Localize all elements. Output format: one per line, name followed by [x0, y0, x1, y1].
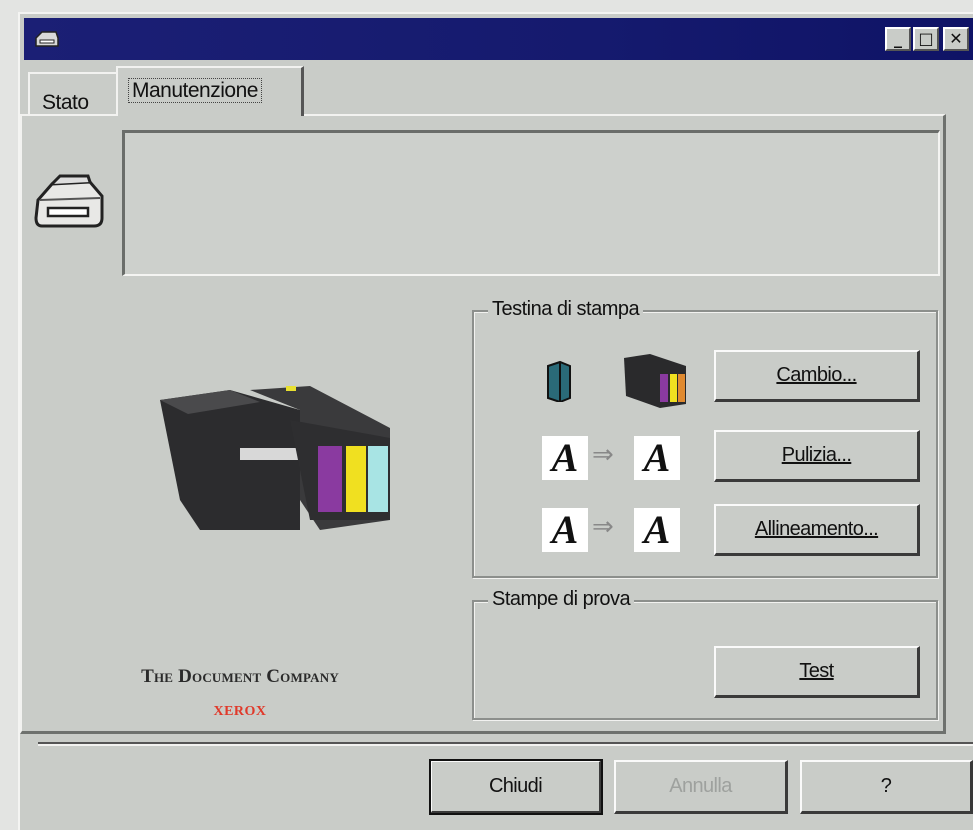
help-button[interactable]: ? [800, 760, 973, 814]
clean-head-label: Pulizia... [781, 444, 852, 466]
tab-manutenzione[interactable]: Manutenzione [116, 66, 304, 116]
align-head-label: Allineamento... [754, 518, 879, 540]
test-print-button[interactable]: Test [714, 646, 920, 698]
brand-tagline: The Document Company [141, 666, 339, 687]
arrow-clean-icon: ⇒ [592, 440, 614, 470]
glyph-before-align: A [542, 508, 588, 552]
arrow-align-icon: ⇒ [592, 512, 614, 542]
test-prints-group-label: Stampe di prova [488, 588, 635, 611]
tab-manutenzione-label: Manutenzione [128, 78, 262, 103]
tab-stato[interactable]: Stato [28, 72, 124, 116]
minimize-button[interactable]: _ [885, 27, 911, 51]
glyph-after-clean: A [634, 436, 680, 480]
print-head-illustration [160, 386, 390, 530]
print-head-group-label: Testina di stampa [488, 298, 644, 321]
change-cartridge-button[interactable]: Cambio... [714, 350, 920, 402]
glyph-after-align: A [634, 508, 680, 552]
printer-icon [34, 174, 104, 228]
close-button[interactable]: Chiudi [429, 759, 603, 815]
ink-cartridge-icon [547, 360, 571, 402]
cancel-button[interactable]: Annulla [614, 760, 788, 814]
printer-small-icon [35, 31, 59, 47]
clean-head-button[interactable]: Pulizia... [714, 430, 920, 482]
test-print-label: Test [799, 660, 834, 682]
glyph-before-clean: A [542, 436, 588, 480]
status-message-box [122, 130, 940, 276]
align-head-button[interactable]: Allineamento... [714, 504, 920, 556]
close-window-button[interactable]: ✕ [943, 27, 969, 51]
maximize-button[interactable]: □ [913, 27, 939, 51]
footer-divider [38, 742, 973, 746]
title-bar[interactable]: _ □ ✕ [24, 18, 973, 60]
change-cartridge-label: Cambio... [776, 364, 857, 386]
brand-logo: XEROX [213, 704, 267, 719]
color-cartridge-icon [624, 354, 686, 408]
